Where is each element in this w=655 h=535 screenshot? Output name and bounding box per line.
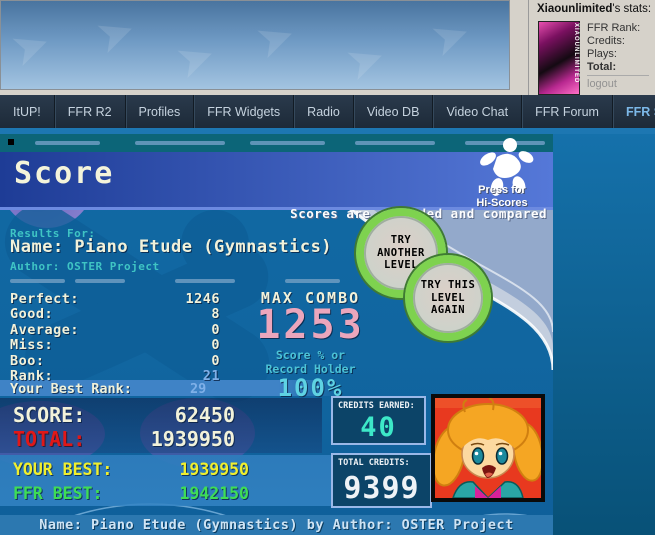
credits-earned-label: CREDITS EARNED: [338,401,415,411]
user-stats-title: Xiaounlimited's stats: [537,3,651,15]
separator-dash [285,279,340,283]
ffr-best-value: 1942150 [179,484,249,503]
stat-label: Good: [10,306,53,322]
top-teal-strip [0,134,553,152]
nav-itup[interactable]: ItUP! [0,95,54,128]
song-author: Author: OSTER Project [10,260,160,273]
ffr-best-row: FFR BEST: 1942150 [13,484,249,503]
nav-radio[interactable]: Radio [293,95,353,128]
strip-dash [250,141,325,145]
page-background [553,134,655,535]
stat-row-perfect: Perfect: 1246 [10,291,220,307]
stat-label: Average: [10,322,79,338]
stats-title-suffix: 's stats: [612,3,651,15]
total-label: Total: [587,61,616,73]
nav-profiles[interactable]: Profiles [125,95,194,128]
nav-ffr-forum[interactable]: FFR Forum [521,95,612,128]
strip-dash [135,141,225,145]
banner-arrow-icon: ➤ [423,4,478,68]
user-stats-panel: Xiaounlimited's stats: XIAOUNLIMITED FFR… [528,0,655,95]
separator-dash [75,279,125,283]
score-value: 62450 [175,403,235,427]
banner-arrow-icon: ➤ [3,14,58,78]
main-nav: ItUP! FFR R2 Profiles FFR Widgets Radio … [0,95,655,128]
nav-video-chat[interactable]: Video Chat [432,95,521,128]
corner-marker [8,139,14,145]
your-best-label: YOUR BEST: [13,460,112,479]
divider [587,75,649,76]
plays-label: Plays: [587,48,617,60]
total-credits-label: TOTAL CREDITS: [338,458,410,468]
total-credits-box: TOTAL CREDITS: 9399 [331,453,432,508]
nav-ffr-widgets[interactable]: FFR Widgets [193,95,293,128]
stat-label: Rank: [10,368,53,384]
banner-arrow-icon: ➤ [88,1,143,65]
your-best-row: YOUR BEST: 1939950 [13,460,249,479]
separator-dash [10,279,65,283]
score-label: SCORE: [13,403,85,427]
stat-value: 21 [203,368,220,384]
nav-ffr-r2[interactable]: FFR R2 [54,95,125,128]
stat-row-rank: Rank: 21 [10,368,220,384]
credits-label: Credits: [587,35,625,47]
ffr-page: ➤ ➤ ➤ ➤ ➤ ➤ Xiaounlimited's stats: XIAOU… [0,0,655,535]
strip-dash [35,141,100,145]
banner-arrow-icon: ➤ [338,28,393,90]
stat-row-good: Good: 8 [10,306,220,322]
stat-label: Perfect: [10,291,79,307]
credits-earned-box: CREDITS EARNED: 40 [331,396,426,445]
your-best-value: 1939950 [179,460,249,479]
total-label: TOTAL: [13,427,85,451]
score-row: SCORE: 62450 [13,403,235,427]
stat-row-miss: Miss: 0 [10,337,220,353]
max-combo-value: 1253 [228,302,393,348]
song-footer-text: Name: Piano Etude (Gymnastics) by Author… [39,517,514,533]
username: Xiaounlimited [537,3,612,15]
total-credits-value: 9399 [333,471,430,506]
try-this-level-again-label: TRY THIS LEVEL AGAIN [421,279,476,317]
best-scores-band: YOUR BEST: 1939950 FFR BEST: 1942150 [0,455,332,506]
stat-label: Miss: [10,337,53,353]
character-illustration [435,398,541,498]
score-percent-label: Score % or Record Holder [228,348,393,377]
game-score-screen: Score Press for Hi-Scores Scores are rec… [0,134,553,535]
ffr-best-label: FFR BEST: [13,484,102,503]
nav-ffr-store[interactable]: FFR Store [612,95,655,128]
stat-value: 0 [211,337,220,353]
total-value: 1939950 [151,427,235,451]
stat-row-average: Average: 0 [10,322,220,338]
separator-dash [175,279,235,283]
stat-value: 0 [211,322,220,338]
stat-row-boo: Boo: 0 [10,353,220,369]
credits-earned-value: 40 [333,412,424,443]
stat-value: 1246 [185,291,220,307]
banner-arrow-icon: ➤ [248,6,303,70]
strip-dash [355,141,435,145]
user-avatar-label: XIAOUNLIMITED [573,23,579,83]
banner-arrow-icon: ➤ [168,26,223,90]
song-name: Name: Piano Etude (Gymnastics) [10,237,332,257]
song-footer-bar: Name: Piano Etude (Gymnastics) by Author… [0,515,553,535]
total-row: TOTAL: 1939950 [13,427,235,451]
ffr-rank-label: FFR Rank: [587,22,640,34]
character-avatar [431,394,545,502]
logout-link[interactable]: logout [587,78,617,90]
try-this-level-again-button[interactable]: TRY THIS LEVEL AGAIN [405,255,491,341]
stat-label: Boo: [10,353,45,369]
page-title: Score [14,156,114,191]
user-avatar[interactable]: XIAOUNLIMITED [538,21,580,95]
ffr-banner: ➤ ➤ ➤ ➤ ➤ ➤ [0,0,510,90]
nav-video-db[interactable]: Video DB [353,95,433,128]
stat-value: 8 [211,306,220,322]
score-total-band: SCORE: 62450 TOTAL: 1939950 [0,398,322,453]
stat-value: 0 [211,353,220,369]
